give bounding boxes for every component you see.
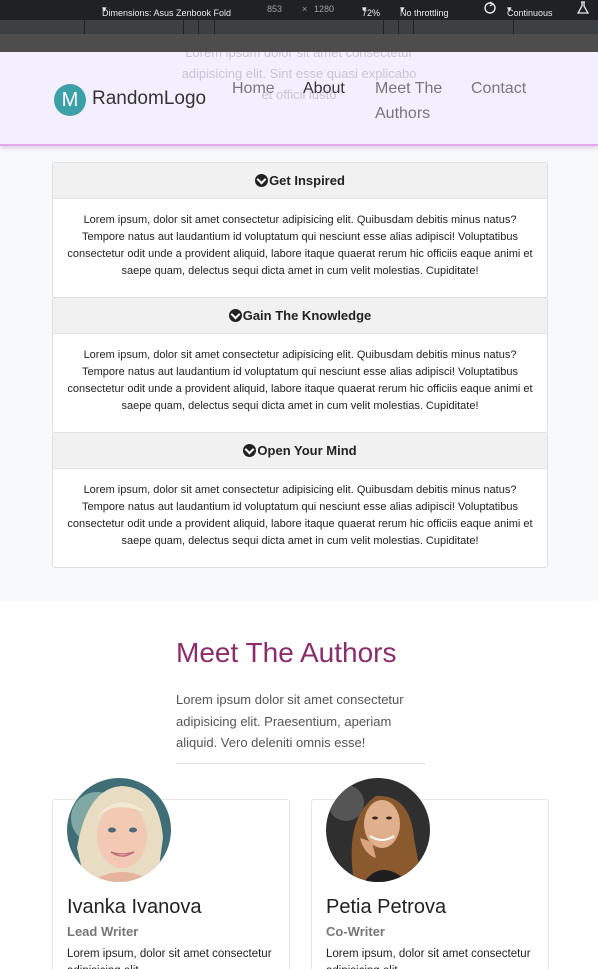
avatar bbox=[67, 778, 171, 882]
nav-meet-line2: Authors bbox=[375, 105, 431, 122]
authors-title: Meet The Authors bbox=[176, 637, 397, 668]
device-select[interactable]: Dimensions: Asus Zenbook Fold ▾ bbox=[102, 4, 231, 18]
accordion: Get Inspired Lorem ipsum, dolor sit amet… bbox=[52, 162, 548, 568]
media-query-ruler bbox=[0, 19, 598, 35]
authors-section: Meet The Authors Lorem ipsum dolor sit a… bbox=[0, 601, 598, 969]
divider bbox=[176, 763, 425, 764]
accordion-body: Lorem ipsum, dolor sit amet consectetur … bbox=[67, 484, 533, 547]
height-field[interactable]: 1280 bbox=[314, 4, 334, 14]
mode-select[interactable]: Continuous ▾ bbox=[507, 4, 553, 18]
navbar: Lorem ipsum dolor sit amet consectetur a… bbox=[0, 52, 598, 146]
width-field[interactable]: 853 bbox=[267, 4, 282, 14]
nav-meet-line1: Meet The bbox=[375, 80, 443, 97]
author-role: Lead Writer bbox=[67, 924, 139, 939]
logo-icon[interactable]: M bbox=[54, 84, 86, 116]
author-name: Ivanka Ivanova bbox=[67, 896, 202, 918]
authors-lead: Lorem ipsum dolor sit amet consectetur a… bbox=[176, 692, 404, 750]
logo-text[interactable]: RandomLogo bbox=[92, 88, 206, 110]
page-ruler bbox=[0, 34, 598, 52]
accordion-title: Open Your Mind bbox=[257, 443, 357, 458]
accordion-title: Gain The Knowledge bbox=[242, 308, 372, 323]
accordion-body: Lorem ipsum, dolor sit amet consectetur … bbox=[67, 349, 533, 412]
accordion-item: Get Inspired Lorem ipsum, dolor sit amet… bbox=[52, 162, 548, 298]
nav-contact[interactable]: Contact bbox=[471, 76, 526, 101]
accordion-header[interactable]: Gain The Knowledge bbox=[53, 298, 547, 334]
accordion-item: Open Your Mind Lorem ipsum, dolor sit am… bbox=[52, 432, 548, 568]
avatar bbox=[326, 778, 430, 882]
author-bio: Lorem ipsum, dolor sit amet consectetur … bbox=[67, 948, 272, 969]
throttle-label: No throttling bbox=[400, 8, 449, 18]
arrow-circle-down-icon bbox=[228, 309, 242, 322]
author-bio: Lorem ipsum, dolor sit amet consectetur … bbox=[326, 948, 531, 969]
zoom-label: 72% bbox=[362, 8, 381, 18]
nav-meet-the-authors[interactable]: Meet The Authors bbox=[375, 76, 442, 126]
nav-about[interactable]: About bbox=[303, 76, 345, 101]
device-label: Dimensions: Asus Zenbook Fold bbox=[102, 8, 232, 18]
nav-home[interactable]: Home bbox=[232, 76, 275, 101]
accordion-title: Get Inspired bbox=[269, 173, 345, 188]
arrow-circle-down-icon bbox=[255, 174, 269, 187]
accordion-header[interactable]: Open Your Mind bbox=[53, 433, 547, 469]
author-card: Ivanka Ivanova Lead Writer Lorem ipsum, … bbox=[52, 778, 290, 969]
author-name: Petia Petrova bbox=[326, 896, 447, 918]
mode-label: Continuous bbox=[507, 8, 553, 18]
rotate-icon[interactable] bbox=[483, 1, 497, 17]
devtools-toolbar: Dimensions: Asus Zenbook Fold ▾ 853 × 12… bbox=[0, 0, 598, 19]
times-sign: × bbox=[302, 4, 308, 14]
author-card: Petia Petrova Co-Writer Lorem ipsum, dol… bbox=[311, 778, 549, 969]
throttle-select[interactable]: No throttling ▾ bbox=[400, 4, 449, 18]
accordion-header[interactable]: Get Inspired bbox=[53, 163, 547, 199]
author-role: Co-Writer bbox=[326, 924, 385, 939]
flask-icon[interactable] bbox=[576, 1, 590, 17]
arrow-circle-down-icon bbox=[243, 444, 257, 457]
accordion-item: Gain The Knowledge Lorem ipsum, dolor si… bbox=[52, 297, 548, 433]
ghost-line: Lorem ipsum dolor sit amet consectetur bbox=[185, 52, 413, 60]
zoom-select[interactable]: 72% ▾ bbox=[362, 4, 380, 18]
accordion-body: Lorem ipsum, dolor sit amet consectetur … bbox=[67, 214, 533, 277]
